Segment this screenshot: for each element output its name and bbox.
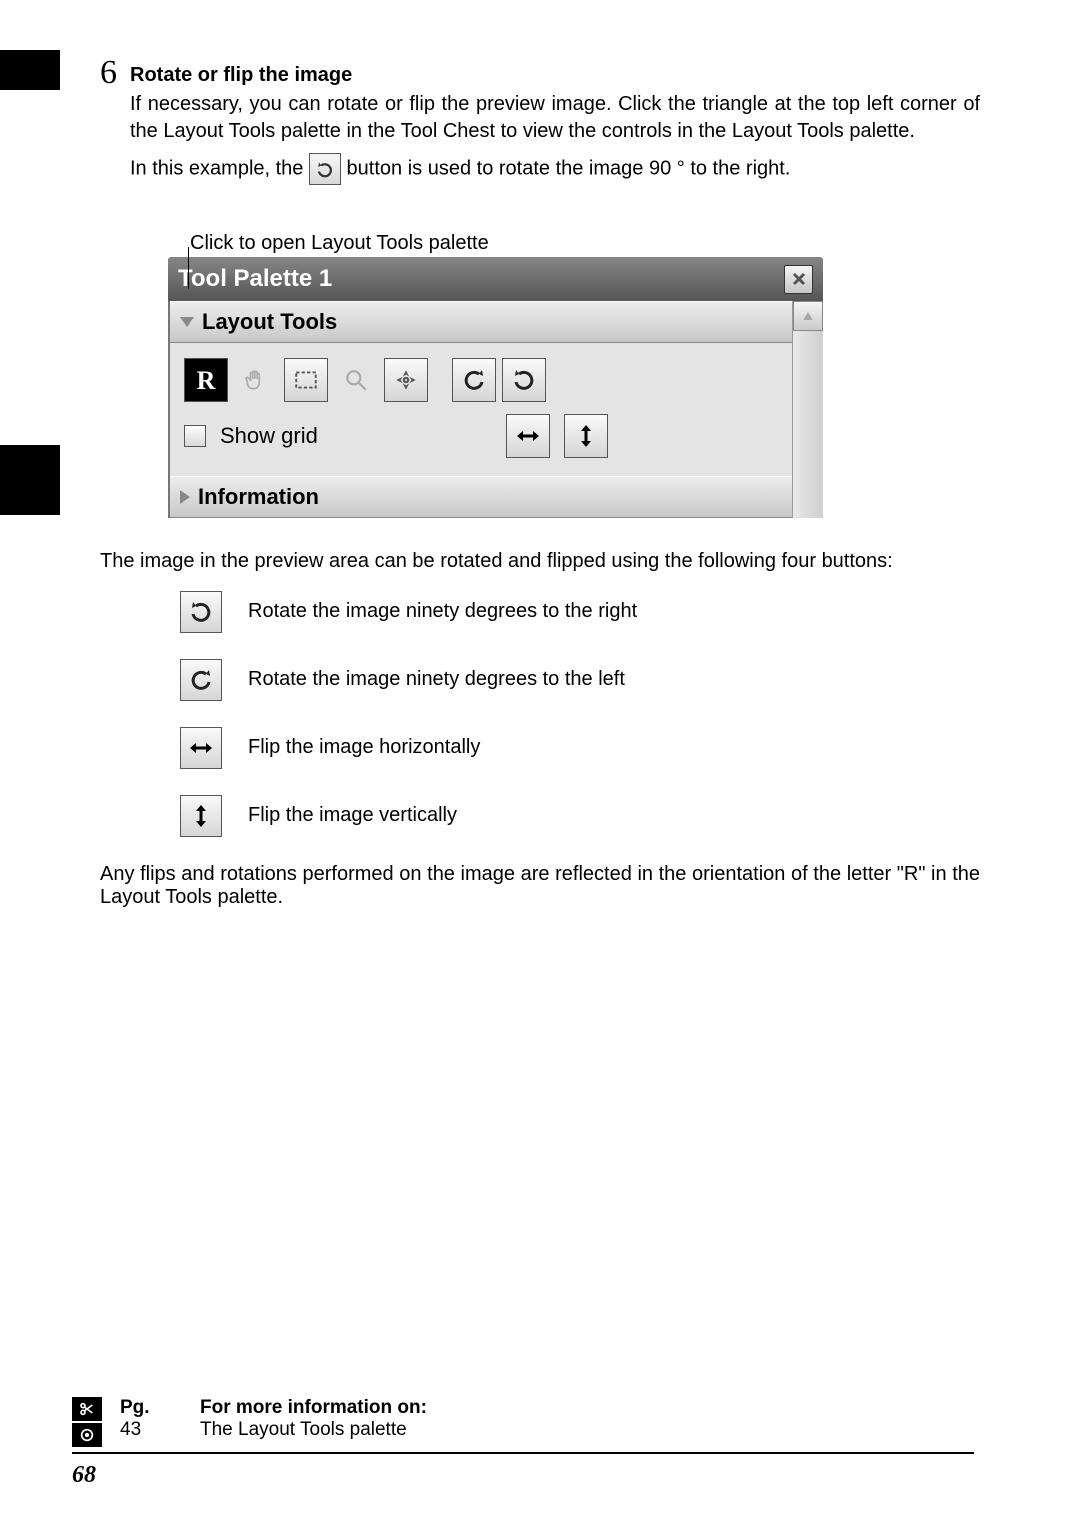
information-label: Information [198, 482, 319, 512]
information-header[interactable]: Information [170, 476, 792, 518]
disclosure-triangle-right-icon [180, 490, 190, 504]
rotate-right-icon [180, 591, 222, 633]
flip-horizontal-button[interactable] [506, 414, 550, 458]
annotation-pointer [188, 247, 189, 289]
ref-header-pg: Pg. [120, 1397, 170, 1419]
flip-horizontal-label: Flip the image horizontally [248, 736, 480, 759]
scrollbar[interactable] [792, 301, 823, 517]
palette-titlebar: Tool Palette 1 [168, 257, 823, 301]
final-paragraph: Any flips and rotations performed on the… [100, 863, 980, 909]
focus-tool-icon[interactable] [384, 358, 428, 402]
rotate-left-button[interactable] [452, 358, 496, 402]
marquee-tool-icon[interactable] [284, 358, 328, 402]
rotate-right-button[interactable] [502, 358, 546, 402]
rotate-left-label: Rotate the image ninety degrees to the l… [248, 668, 625, 691]
footer-rule [72, 1452, 974, 1454]
step-example-line: In this example, the button is used to r… [130, 153, 980, 185]
layout-tools-label: Layout Tools [202, 307, 337, 337]
margin-tab-mid [0, 445, 60, 515]
layout-tools-header[interactable]: Layout Tools [170, 301, 792, 343]
scissors-icon [72, 1397, 102, 1421]
hand-tool-icon[interactable] [234, 358, 278, 402]
scroll-up-button[interactable] [793, 301, 823, 331]
zoom-tool-icon[interactable] [334, 358, 378, 402]
show-grid-label: Show grid [220, 421, 318, 451]
example-text-after: button is used to rotate the image 90 ° … [347, 157, 791, 179]
ref-header-text: For more information on: [200, 1397, 427, 1419]
step-number: 6 [100, 56, 130, 90]
disc-icon [72, 1423, 102, 1447]
flip-horizontal-icon [180, 727, 222, 769]
step-paragraph-1: If necessary, you can rotate or flip the… [130, 91, 980, 145]
rotate-right-label: Rotate the image ninety degrees to the r… [248, 600, 637, 623]
example-text-before: In this example, the [130, 157, 309, 179]
flip-vertical-icon [180, 795, 222, 837]
rotate-left-icon [180, 659, 222, 701]
orientation-indicator: R [184, 358, 228, 402]
show-grid-checkbox[interactable] [184, 425, 206, 447]
after-palette-intro: The image in the preview area can be rot… [100, 550, 980, 573]
close-button[interactable] [784, 265, 813, 294]
palette-annotation: Click to open Layout Tools palette [190, 230, 980, 257]
page-number: 68 [72, 1462, 96, 1489]
tool-palette: Tool Palette 1 Layout Tools [168, 257, 823, 518]
ref-pg-1: 43 [120, 1419, 170, 1441]
margin-tab-top [0, 50, 60, 90]
flip-vertical-label: Flip the image vertically [248, 804, 457, 827]
rotate-right-icon [309, 153, 341, 185]
disclosure-triangle-down-icon [180, 317, 194, 327]
flip-vertical-button[interactable] [564, 414, 608, 458]
ref-text-1: The Layout Tools palette [200, 1419, 407, 1441]
step-title: Rotate or flip the image [130, 62, 980, 89]
palette-title-text: Tool Palette 1 [178, 263, 332, 295]
cross-reference-block: Pg. For more information on: 43 The Layo… [72, 1397, 427, 1447]
